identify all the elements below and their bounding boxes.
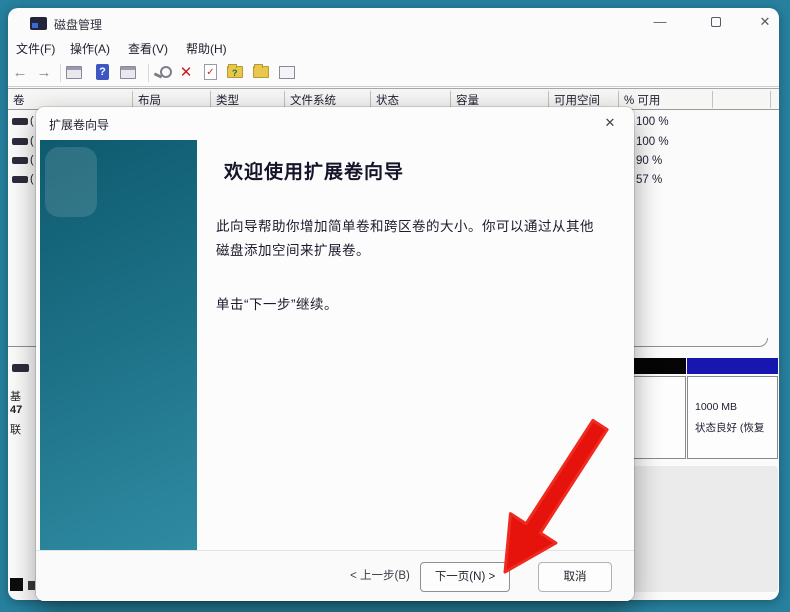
window-title: 磁盘管理 <box>54 18 103 32</box>
column-separator <box>284 91 285 108</box>
delete-icon[interactable]: ✕ <box>176 63 196 83</box>
volume-icon <box>12 118 28 125</box>
menu-bar: 文件(F) 操作(A) 查看(V) 帮助(H) <box>8 38 779 60</box>
volume-icon <box>12 138 28 145</box>
dialog-title: 扩展卷向导 <box>49 118 110 132</box>
column-capacity[interactable]: 容量 <box>456 92 479 108</box>
legend-text-fragment <box>28 581 35 590</box>
partition-recovery[interactable]: 1000 MB 状态良好 (恢复 <box>687 358 778 459</box>
percent-free-value: 57 % <box>636 174 663 186</box>
menu-help[interactable]: 帮助(H) <box>182 40 231 59</box>
help-icon[interactable]: ? <box>96 64 109 80</box>
column-status[interactable]: 状态 <box>376 92 399 108</box>
partition-unallocated[interactable] <box>628 358 686 459</box>
menu-action[interactable]: 操作(A) <box>66 40 114 59</box>
column-filesystem[interactable]: 文件系统 <box>290 92 336 108</box>
menu-file[interactable]: 文件(F) <box>12 40 59 59</box>
wizard-continue-text: 单击“下一步”继续。 <box>216 297 338 312</box>
maximize-button[interactable] <box>696 10 736 34</box>
volume-name-fragment: ( <box>30 115 34 127</box>
column-separator <box>770 91 771 108</box>
column-volume[interactable]: 卷 <box>13 92 25 108</box>
volume-icon <box>12 176 28 183</box>
wizard-body-line1: 此向导帮助你增加简单卷和跨区卷的大小。你可以通过从其他 <box>216 219 594 234</box>
back-icon[interactable]: ← <box>10 63 30 83</box>
properties-icon[interactable] <box>120 66 136 79</box>
wizard-heading: 欢迎使用扩展卷向导 <box>224 162 405 183</box>
dialog-close-icon[interactable]: ✕ <box>598 112 622 134</box>
disk-icon <box>12 364 29 372</box>
extend-volume-wizard-dialog: 扩展卷向导 ✕ 欢迎使用扩展卷向导 此向导帮助你增加简单卷和跨区卷的大小。你可以… <box>36 107 634 601</box>
wizard-footer: < 上一步(B) 下一页(N) > 取消 <box>36 550 634 601</box>
toolbar: ← → ? ✕ ✓ ? <box>8 60 779 87</box>
partition-bar-blue <box>687 358 778 374</box>
disk-view-empty-band <box>624 466 778 592</box>
titlebar: 磁盘管理 — ✕ <box>8 8 779 38</box>
percent-free-value: 90 % <box>636 155 663 167</box>
percent-free-value: 100 % <box>636 116 669 128</box>
column-separator <box>210 91 211 108</box>
console-tree-icon[interactable] <box>66 66 82 79</box>
forward-icon[interactable]: → <box>34 63 54 83</box>
partition-size: 1000 MB <box>695 401 738 413</box>
back-button[interactable]: < 上一步(B) <box>342 562 418 592</box>
volume-icon <box>12 157 28 164</box>
wizard-sidebar-graphic <box>40 140 197 550</box>
volume-name-fragment: ( <box>30 135 34 147</box>
wizard-body-text: 此向导帮助你增加简单卷和跨区卷的大小。你可以通过从其他 磁盘添加空间来扩展卷。 <box>216 215 594 263</box>
folder-help-mark: ? <box>232 68 238 78</box>
partition-status: 状态良好 (恢复 <box>695 422 765 434</box>
column-separator <box>450 91 451 108</box>
folder-help-icon[interactable]: ? <box>227 64 243 78</box>
folder-icon[interactable] <box>253 64 269 78</box>
sidebar-decoration <box>45 147 97 217</box>
frame-icon[interactable] <box>279 66 295 79</box>
volume-name-fragment: ( <box>30 154 34 166</box>
wizard-body-line2: 磁盘添加空间来扩展卷。 <box>216 243 370 258</box>
column-separator <box>712 91 713 108</box>
toolbar-separator <box>60 64 61 82</box>
screenshot-root: 磁盘管理 — ✕ 文件(F) 操作(A) 查看(V) 帮助(H) ← → ? ✕… <box>0 0 790 612</box>
toolbar-separator <box>148 64 149 82</box>
maximize-icon <box>711 17 721 27</box>
partition-bar-black <box>628 358 686 374</box>
column-separator <box>618 91 619 108</box>
magnifier-icon[interactable] <box>154 66 172 80</box>
disk-management-app-icon <box>30 17 47 30</box>
column-layout[interactable]: 布局 <box>138 92 161 108</box>
document-check-icon[interactable]: ✓ <box>204 64 217 80</box>
menu-view[interactable]: 查看(V) <box>124 40 172 59</box>
minimize-button[interactable]: — <box>640 10 680 34</box>
percent-free-value: 100 % <box>636 136 669 148</box>
close-button[interactable]: ✕ <box>745 10 785 34</box>
legend-unallocated-icon <box>10 578 23 591</box>
column-separator <box>370 91 371 108</box>
column-type[interactable]: 类型 <box>216 92 239 108</box>
column-separator <box>548 91 549 108</box>
column-free-space[interactable]: 可用空间 <box>554 92 600 108</box>
next-button[interactable]: 下一页(N) > <box>420 562 510 592</box>
cancel-button[interactable]: 取消 <box>538 562 612 592</box>
volume-name-fragment: ( <box>30 173 34 185</box>
column-separator <box>132 91 133 108</box>
column-percent-free[interactable]: % 可用 <box>624 92 660 108</box>
partition-body <box>628 376 686 459</box>
